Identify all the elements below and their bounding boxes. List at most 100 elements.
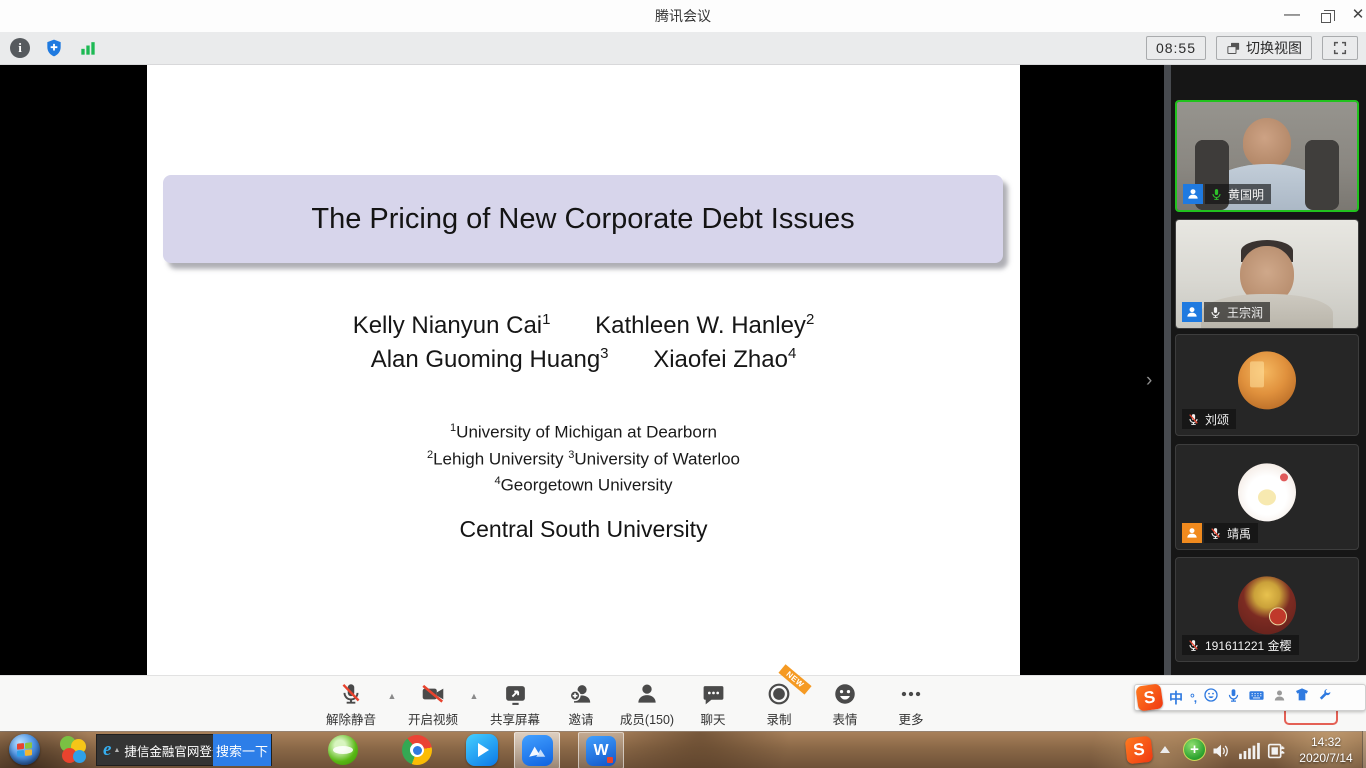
start-button[interactable]	[9, 734, 40, 765]
mic-options-arrow[interactable]: ▲	[384, 691, 400, 701]
unmute-button[interactable]: 解除静音	[318, 680, 384, 728]
tencent-meeting-taskbar-button[interactable]	[514, 732, 560, 768]
clock-time: 14:32	[1290, 734, 1362, 750]
fullscreen-button[interactable]	[1322, 36, 1358, 60]
tray-power-plug-icon[interactable]	[1266, 740, 1288, 767]
status-icons: i	[8, 36, 100, 60]
tencent-meeting-icon	[522, 735, 553, 766]
taskbar-clock[interactable]: 14:32 2020/7/14	[1290, 734, 1362, 766]
shared-slide: The Pricing of New Corporate Debt Issues…	[147, 65, 1020, 675]
switch-view-button[interactable]: 切换视图	[1216, 36, 1312, 60]
mic-on-icon	[1210, 188, 1223, 201]
sidebar-divider	[1164, 65, 1171, 675]
tencent-video-icon[interactable]	[466, 734, 498, 766]
tencent-meeting-window: 腾讯会议 — ✕ i 08:55 切换视图	[0, 0, 1366, 768]
participant-role-icon	[1182, 302, 1202, 322]
ime-emoji-icon[interactable]	[1203, 687, 1219, 708]
green-browser-icon[interactable]	[328, 735, 358, 765]
participant-name-tag: 黄国明	[1205, 184, 1271, 204]
emoji-button[interactable]: 表情	[812, 680, 878, 728]
participant-name-tag: 刘颂	[1182, 409, 1236, 429]
sidebar-collapse-chevron-icon[interactable]: ›	[1146, 370, 1152, 392]
more-icon	[898, 680, 924, 707]
participant-tile[interactable]: 191611221 金樱	[1175, 557, 1359, 662]
wps-icon: W	[586, 736, 616, 766]
restore-button[interactable]	[1311, 0, 1341, 30]
sogou-logo-icon[interactable]: S	[1135, 683, 1163, 711]
search-query-text[interactable]: 捷信金融官网登录	[124, 741, 213, 760]
security-shield-icon[interactable]	[42, 36, 66, 60]
ime-keyboard-icon[interactable]	[1248, 687, 1265, 709]
ime-account-icon[interactable]	[1272, 688, 1287, 708]
mic-on-icon	[1209, 306, 1222, 319]
search-go-button[interactable]: 搜索一下	[213, 734, 271, 766]
tray-signal-icon[interactable]	[1238, 742, 1260, 765]
search-history-arrow[interactable]: ▲	[113, 747, 120, 754]
record-icon	[766, 680, 792, 707]
network-signal-icon[interactable]	[76, 36, 100, 60]
participant-tile-speaking[interactable]: 黄国明	[1175, 100, 1359, 212]
restore-icon	[1321, 13, 1331, 23]
mic-muted-icon	[1187, 413, 1200, 426]
ime-voice-icon[interactable]	[1226, 688, 1241, 708]
sogou-ime-bar[interactable]: S 中 °,	[1134, 684, 1366, 711]
window-title: 腾讯会议	[0, 0, 1366, 32]
camera-off-icon	[420, 680, 446, 707]
share-screen-icon	[503, 680, 528, 707]
meeting-timer: 08:55	[1146, 36, 1206, 60]
members-button[interactable]: 成员(150)	[614, 680, 680, 728]
meeting-info-icon[interactable]: i	[8, 36, 32, 60]
tray-volume-icon[interactable]	[1210, 741, 1232, 766]
mic-muted-icon	[1187, 639, 1200, 652]
chat-button[interactable]: 聊天	[680, 680, 746, 728]
main-stage: The Pricing of New Corporate Debt Issues…	[0, 65, 1366, 675]
show-desktop-button[interactable]	[1362, 731, 1366, 768]
clock-date: 2020/7/14	[1290, 750, 1362, 766]
windows-flag-icon	[17, 742, 32, 757]
switch-view-icon	[1226, 41, 1241, 56]
close-button[interactable]: ✕	[1343, 0, 1366, 30]
chrome-icon[interactable]	[402, 735, 432, 765]
more-button[interactable]: 更多	[878, 680, 944, 728]
participant-role-icon	[1182, 523, 1202, 543]
status-actions: 08:55 切换视图	[1146, 36, 1358, 60]
ime-settings-wrench-icon[interactable]	[1317, 688, 1332, 708]
chat-icon	[701, 680, 726, 707]
video-options-arrow[interactable]: ▲	[466, 691, 482, 701]
participant-role-icon	[1183, 184, 1203, 204]
taskbar-app-pinwheel-icon[interactable]	[58, 735, 88, 765]
ie-icon: e	[103, 739, 111, 761]
invite-icon	[568, 680, 594, 707]
taskbar-search-band[interactable]: e ▲ 捷信金融官网登录 搜索一下	[96, 734, 272, 766]
slide-presented-at: Central South University	[147, 516, 1020, 543]
windows-taskbar: e ▲ 捷信金融官网登录 搜索一下 W S + 14:32 2	[0, 731, 1366, 768]
ime-language-toggle[interactable]: 中	[1169, 688, 1183, 708]
participant-name-tag: 191611221 金樱	[1182, 635, 1299, 655]
avatar	[1238, 351, 1296, 409]
mic-muted-icon	[1209, 527, 1222, 540]
meeting-status-bar: i 08:55 切换视图	[0, 32, 1366, 65]
participant-name-tag: 靖禹	[1204, 523, 1258, 543]
record-button[interactable]: NEW 录制	[746, 680, 812, 728]
participant-tile[interactable]: 王宗润	[1175, 219, 1359, 329]
fullscreen-icon	[1332, 40, 1348, 56]
invite-button[interactable]: 邀请	[548, 680, 614, 728]
slide-authors: Kelly Nianyun Cai1 Kathleen W. Hanley2 A…	[147, 311, 1020, 379]
participant-tile[interactable]: 刘颂	[1175, 334, 1359, 436]
start-video-button[interactable]: 开启视频	[400, 680, 466, 728]
avatar	[1238, 463, 1296, 521]
participant-tile[interactable]: 靖禹	[1175, 444, 1359, 550]
tray-sogou-icon[interactable]: S	[1125, 736, 1154, 765]
avatar	[1238, 576, 1296, 634]
ime-punctuation-toggle[interactable]: °,	[1190, 691, 1196, 705]
slide-affiliations: 1University of Michigan at Dearborn 2Leh…	[147, 417, 1020, 497]
window-titlebar: 腾讯会议 — ✕	[0, 0, 1366, 32]
tray-antivirus-icon[interactable]: +	[1183, 738, 1206, 761]
minimize-button[interactable]: —	[1277, 0, 1307, 30]
ime-skin-icon[interactable]	[1294, 687, 1310, 708]
wps-taskbar-button[interactable]: W	[578, 732, 624, 768]
tray-hidden-icons-arrow[interactable]	[1160, 746, 1170, 753]
share-screen-button[interactable]: 共享屏幕	[482, 680, 548, 728]
play-icon	[478, 743, 489, 757]
slide-title: The Pricing of New Corporate Debt Issues	[163, 175, 1003, 263]
